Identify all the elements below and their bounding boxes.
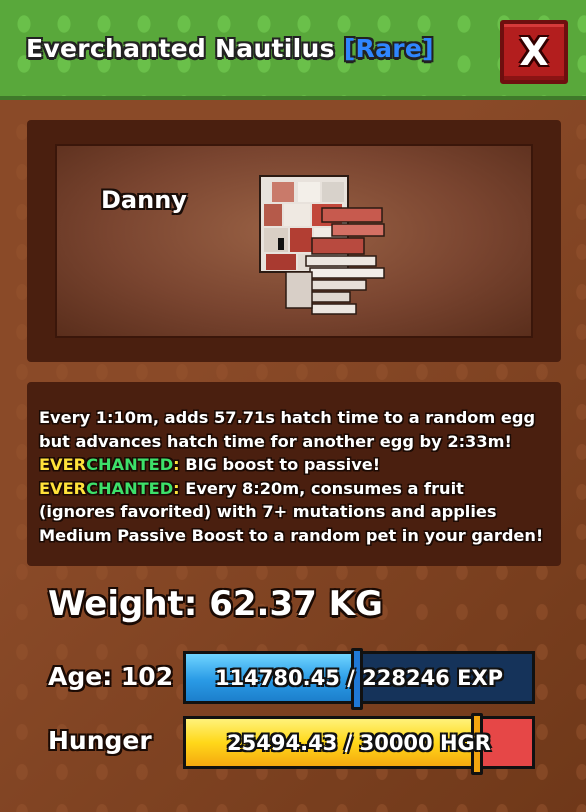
close-button[interactable]: X xyxy=(500,20,568,84)
hunger-progress-bar: 25494.43 / 30000 HGR xyxy=(183,713,535,775)
ability-text: Every 8:20m, consumes a fruit xyxy=(179,478,464,498)
weight-stat: Weight: 62.37 KG xyxy=(48,584,383,624)
ability-line: EVERCHANTED: Every 8:20m, consumes a fru… xyxy=(39,477,549,501)
pet-viewport-inner: Danny xyxy=(55,144,533,338)
ability-description: Every 1:10m, adds 57.71s hatch time to a… xyxy=(27,382,561,566)
ability-line: but advances hatch time for another egg … xyxy=(39,431,512,451)
hunger-bar-text: 25494.43 / 30000 HGR xyxy=(227,730,491,755)
ability-line: Every 1:10m, adds 57.71s hatch time to a… xyxy=(39,408,536,427)
close-icon: X xyxy=(519,30,549,74)
mutation-tag-chanted: CHANTED xyxy=(86,455,174,474)
pet-title: Everchanted Nautilus [Rare] xyxy=(26,34,434,63)
pet-nickname: Danny xyxy=(101,186,187,214)
pet-species-name: Everchanted Nautilus xyxy=(26,34,335,63)
nautilus-pet-model-icon xyxy=(259,175,385,315)
header-bar: Everchanted Nautilus [Rare] X xyxy=(0,0,586,100)
ability-text: BIG boost to passive! xyxy=(179,455,381,474)
rarity-tag: [Rare] xyxy=(343,34,434,63)
exp-progress-bar: 114780.45 / 228246 EXP xyxy=(183,648,535,710)
pet-viewport: Danny xyxy=(27,120,561,362)
ability-line: Medium Passive Boost to a random pet in … xyxy=(39,525,544,545)
mutation-tag-ever: EVER xyxy=(39,478,87,498)
mutation-tag-ever: EVER xyxy=(39,455,87,474)
ability-line: (ignores favorited) with 7+ mutations an… xyxy=(39,502,497,521)
age-stat: Age: 102 xyxy=(48,662,174,691)
exp-bar-text: 114780.45 / 228246 EXP xyxy=(214,665,504,690)
mutation-tag-chanted: CHANTED xyxy=(86,478,174,498)
hunger-label: Hunger xyxy=(48,726,152,755)
ability-line: EVERCHANTED: BIG boost to passive! xyxy=(39,453,549,477)
